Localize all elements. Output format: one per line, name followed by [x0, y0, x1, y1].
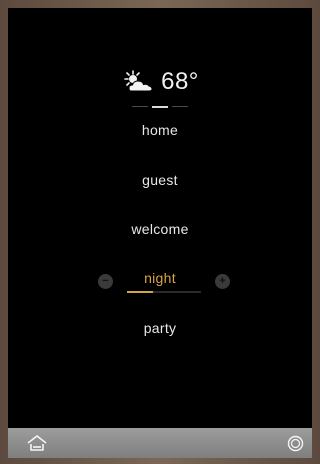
home-icon[interactable]: [26, 434, 48, 452]
page-dot-active: [152, 105, 168, 108]
keypad-screen: 68° home guest welcome − night + party: [8, 8, 312, 428]
power-icon[interactable]: [287, 435, 304, 452]
page-dot: [132, 106, 148, 107]
scene-welcome-button[interactable]: welcome: [8, 221, 312, 237]
scene-party-button[interactable]: party: [8, 320, 312, 336]
partly-cloudy-icon: [124, 70, 153, 92]
weather-display: 68°: [8, 64, 312, 100]
scene-night-button[interactable]: night: [8, 270, 312, 286]
scene-home-button[interactable]: home: [8, 122, 312, 138]
page-indicator: [8, 105, 312, 108]
page-dot: [172, 106, 188, 107]
bottom-bar: [8, 428, 312, 458]
dim-level-bar: [127, 291, 201, 293]
dim-level-fill: [127, 291, 153, 293]
dim-up-button[interactable]: +: [215, 274, 230, 289]
temperature-value: 68°: [161, 68, 199, 95]
plus-icon: +: [219, 275, 226, 287]
scene-guest-button[interactable]: guest: [8, 172, 312, 188]
